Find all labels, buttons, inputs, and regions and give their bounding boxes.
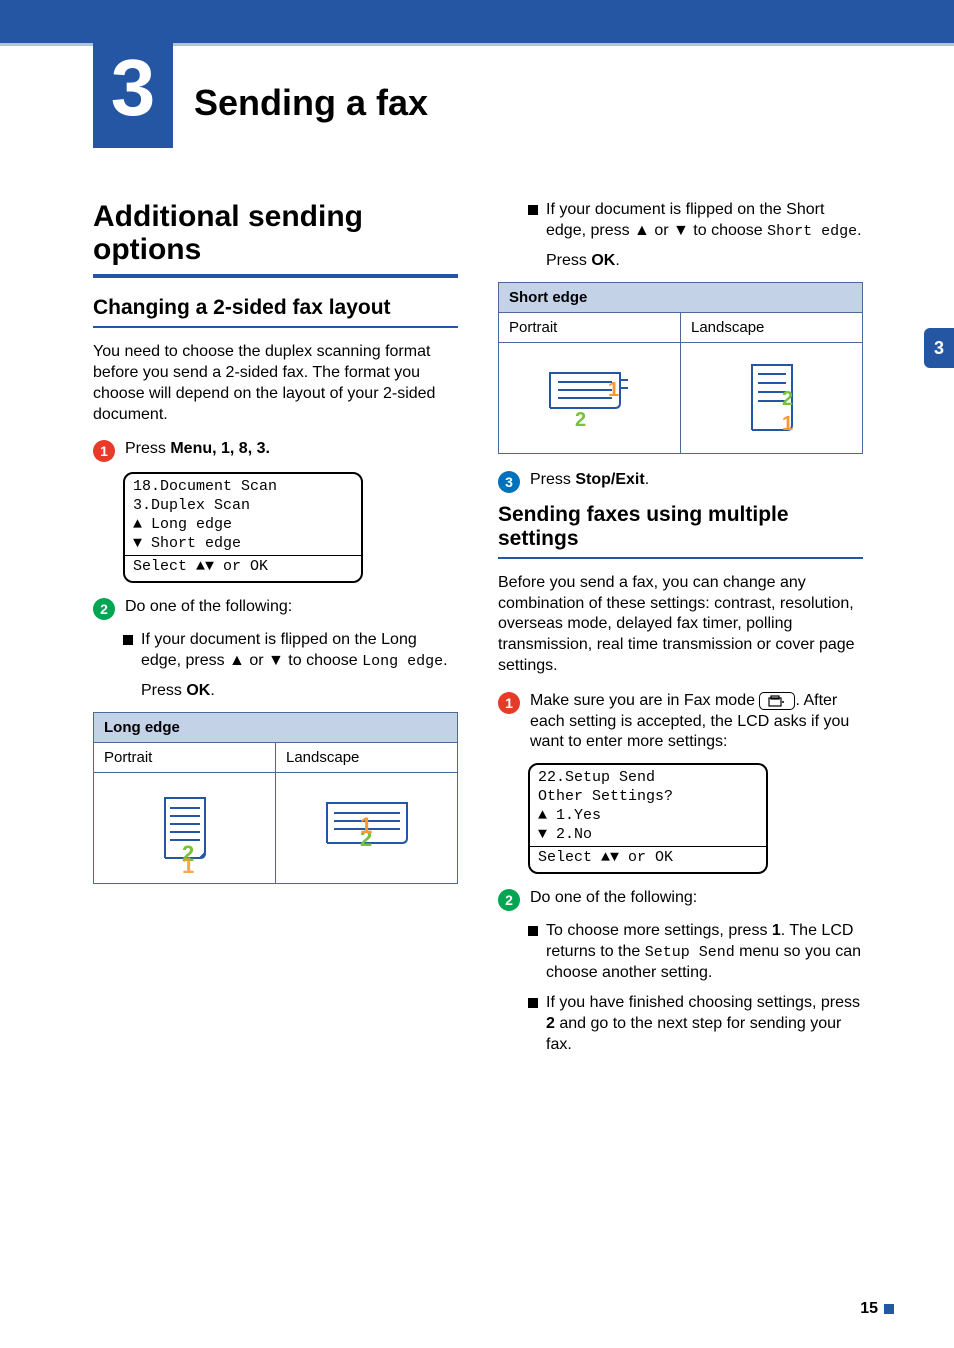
chapter-title: Sending a fax (194, 82, 428, 124)
step-2-text: Do one of the following: (125, 597, 458, 620)
left-column: Additional sending options Changing a 2-… (93, 200, 458, 1066)
square-bullet-icon (123, 635, 133, 645)
press-ok-short: Press OK. (546, 252, 863, 270)
step-1b: 1 Make sure you are in Fax mode . After … (498, 691, 863, 753)
step-bullet-2-icon: 2 (498, 889, 520, 911)
thumb-tab: 3 (924, 328, 954, 368)
long-edge-landscape-icon: 2 1 (276, 773, 457, 883)
portrait-label: Portrait (499, 313, 681, 343)
lcd-display-1: 18.Document Scan 3.Duplex Scan ▲ Long ed… (123, 472, 363, 583)
page-number-marker-icon (884, 1304, 894, 1314)
landscape-label: Landscape (276, 743, 457, 773)
lcd-display-2: 22.Setup Send Other Settings? ▲ 1.Yes ▼ … (528, 763, 768, 874)
svg-text:1: 1 (608, 379, 619, 401)
bullet-choose-more: To choose more settings, press 1. The LC… (528, 921, 863, 983)
step-1b-text: Make sure you are in Fax mode . After ea… (530, 691, 863, 753)
short-edge-table: Short edge Portrait Landscape 1 2 (498, 282, 863, 454)
table-header: Short edge (499, 283, 862, 313)
step-1: 1 Press Menu, 1, 8, 3. (93, 439, 458, 462)
long-edge-portrait-icon: 2 1 (94, 773, 276, 883)
step-2: 2 Do one of the following: (93, 597, 458, 620)
step-3-text: Press Stop/Exit. (530, 470, 863, 493)
svg-text:1: 1 (360, 813, 372, 838)
intro-paragraph-2: Before you send a fax, you can change an… (498, 573, 863, 677)
svg-text:1: 1 (182, 853, 194, 873)
portrait-label: Portrait (94, 743, 276, 773)
subsection-heading-2: Sending faxes using multiple settings (498, 503, 863, 559)
landscape-label: Landscape (681, 313, 862, 343)
table-header: Long edge (94, 713, 457, 743)
press-ok-long: Press OK. (141, 682, 458, 700)
intro-paragraph: You need to choose the duplex scanning f… (93, 342, 458, 425)
subsection-heading: Changing a 2-sided fax layout (93, 296, 458, 328)
svg-text:2: 2 (782, 388, 793, 410)
long-edge-table: Long edge Portrait Landscape 2 (93, 712, 458, 884)
section-heading: Additional sending options (93, 200, 458, 278)
step-2b: 2 Do one of the following: (498, 888, 863, 911)
short-edge-landscape-icon: 2 1 (681, 343, 862, 453)
step-bullet-3-icon: 3 (498, 471, 520, 493)
right-column: If your document is flipped on the Short… (498, 200, 863, 1066)
chapter-number: 3 (111, 42, 156, 134)
step-bullet-1-icon: 1 (93, 440, 115, 462)
square-bullet-icon (528, 998, 538, 1008)
fax-mode-icon (759, 692, 795, 710)
square-bullet-icon (528, 926, 538, 936)
step-3: 3 Press Stop/Exit. (498, 470, 863, 493)
short-edge-portrait-icon: 1 2 (499, 343, 681, 453)
svg-text:1: 1 (782, 413, 793, 435)
svg-text:2: 2 (575, 409, 586, 431)
step-bullet-1-icon: 1 (498, 692, 520, 714)
step-1-text: Press Menu, 1, 8, 3. (125, 439, 458, 462)
step-bullet-2-icon: 2 (93, 598, 115, 620)
page-number: 15 (860, 1300, 894, 1318)
bullet-short-edge: If your document is flipped on the Short… (528, 200, 863, 242)
square-bullet-icon (528, 205, 538, 215)
bullet-finished: If you have finished choosing settings, … (528, 993, 863, 1055)
chapter-number-block: 3 (93, 28, 173, 148)
step-2b-text: Do one of the following: (530, 888, 863, 911)
bullet-long-edge: If your document is flipped on the Long … (123, 630, 458, 672)
